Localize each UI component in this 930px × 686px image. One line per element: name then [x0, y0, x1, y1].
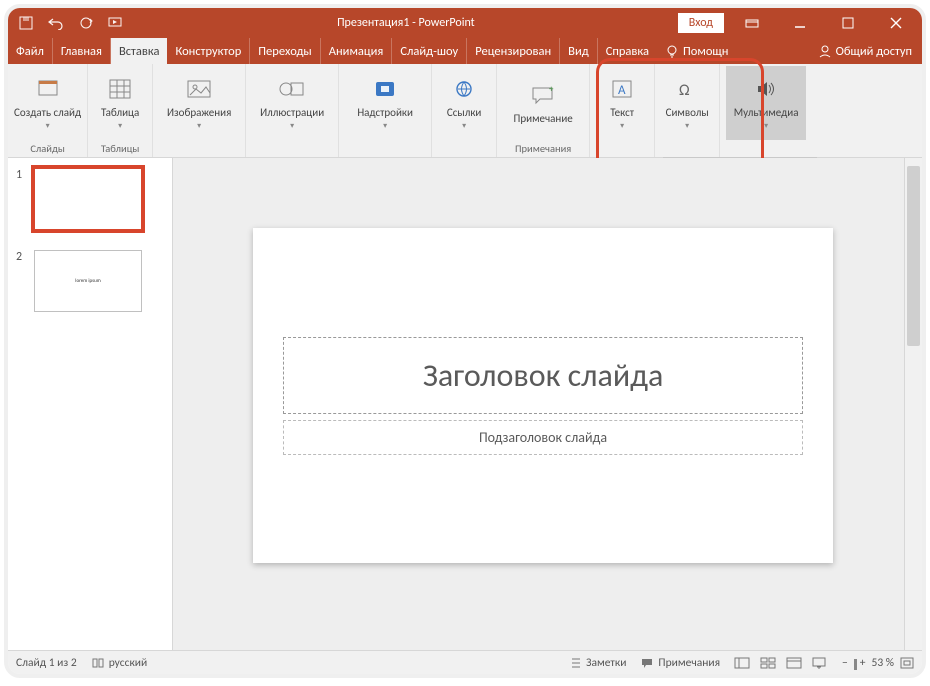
addins-icon [371, 75, 399, 103]
share-button[interactable]: Общий доступ [808, 38, 922, 64]
omega-icon: Ω [673, 75, 701, 103]
undo-icon[interactable] [48, 15, 64, 31]
symbols-button[interactable]: Ω Символы [661, 66, 713, 140]
person-icon [818, 44, 832, 58]
close-icon[interactable] [876, 8, 916, 38]
tab-design[interactable]: Конструктор [167, 38, 250, 64]
save-icon[interactable] [18, 15, 34, 31]
illustrations-button[interactable]: Иллюстрации [252, 66, 332, 140]
tell-me-label: Помощн [683, 44, 728, 59]
svg-text:A: A [618, 83, 626, 98]
ribbon: Создать слайд Слайды Таблица Таблицы [8, 64, 922, 158]
status-bar: Слайд 1 из 2 русский Заметки Примечания … [8, 650, 922, 674]
group-comments: Примечания [515, 140, 571, 155]
slide-counter[interactable]: Слайд 1 из 2 [16, 656, 77, 670]
zoom-in-icon[interactable]: + [860, 656, 866, 670]
tab-insert[interactable]: Вставка [111, 38, 168, 64]
slide-editor[interactable]: Заголовок слайда Подзаголовок слайда [173, 158, 904, 650]
table-icon [106, 75, 134, 103]
normal-view-icon[interactable] [734, 657, 750, 669]
zoom-out-icon[interactable]: − [842, 656, 848, 670]
comment-button[interactable]: + Примечание [503, 66, 583, 140]
minimize-icon[interactable] [780, 8, 820, 38]
vertical-scrollbar[interactable] [904, 158, 922, 650]
tab-view[interactable]: Вид [560, 38, 598, 64]
new-slide-button[interactable]: Создать слайд [14, 66, 81, 140]
redo-icon[interactable] [78, 15, 94, 31]
thumbnail-2[interactable]: 2 lorem ipsum [16, 250, 164, 312]
share-label: Общий доступ [836, 44, 912, 59]
title-bar: Презентация1 - PowerPoint Вход [8, 8, 922, 38]
fit-to-window-icon[interactable] [900, 657, 914, 669]
slide-canvas: Заголовок слайда Подзаголовок слайда [253, 228, 833, 563]
tab-home[interactable]: Главная [53, 38, 111, 64]
notes-icon [570, 657, 582, 669]
group-slides: Слайды [30, 140, 65, 155]
tell-me[interactable]: Помощн [657, 38, 736, 64]
slide-thumbnails: 1 2 lorem ipsum [8, 158, 173, 650]
text-button[interactable]: A Текст [596, 66, 648, 140]
title-placeholder[interactable]: Заголовок слайда [283, 337, 803, 414]
links-button[interactable]: Ссылки [438, 66, 490, 140]
new-slide-icon [34, 75, 62, 103]
slideshow-view-icon[interactable] [812, 657, 828, 669]
textbox-icon: A [608, 75, 636, 103]
svg-text:Ω: Ω [679, 81, 690, 100]
addins-button[interactable]: Надстройки [345, 66, 425, 140]
tab-slideshow[interactable]: Слайд-шоу [392, 38, 467, 64]
thumbnail-1[interactable]: 1 [16, 168, 164, 230]
notes-button[interactable]: Заметки [570, 656, 626, 670]
tab-file[interactable]: Файл [8, 38, 53, 64]
scrollbar-thumb[interactable] [907, 166, 920, 346]
group-tables: Таблицы [101, 140, 140, 155]
tab-transitions[interactable]: Переходы [250, 38, 320, 64]
comments-button[interactable]: Примечания [640, 656, 720, 670]
comment-icon: + [529, 81, 557, 109]
speaker-icon [752, 75, 780, 103]
lightbulb-icon [665, 44, 679, 58]
shapes-icon [278, 75, 306, 103]
sorter-view-icon[interactable] [760, 657, 776, 669]
multimedia-button[interactable]: Мультимедиа [726, 66, 806, 140]
book-icon [91, 657, 105, 669]
ribbon-tabs: Файл Главная Вставка Конструктор Переход… [8, 38, 922, 64]
window-title: Презентация1 - PowerPoint [134, 16, 678, 30]
tab-animations[interactable]: Анимация [321, 38, 393, 64]
comment-bubble-icon [640, 657, 654, 669]
zoom-level[interactable]: 53 % [872, 656, 894, 670]
language-button[interactable]: русский [91, 656, 148, 670]
start-slideshow-icon[interactable] [108, 15, 124, 31]
images-button[interactable]: Изображения [159, 66, 239, 140]
reading-view-icon[interactable] [786, 657, 802, 669]
maximize-icon[interactable] [828, 8, 868, 38]
ribbon-display-icon[interactable] [732, 8, 772, 38]
table-button[interactable]: Таблица [94, 66, 146, 140]
tab-review[interactable]: Рецензирован [467, 38, 560, 64]
picture-icon [185, 75, 213, 103]
tab-help[interactable]: Справка [598, 38, 657, 64]
subtitle-placeholder[interactable]: Подзаголовок слайда [283, 420, 803, 455]
login-button[interactable]: Вход [678, 13, 724, 33]
svg-text:+: + [549, 84, 554, 95]
link-icon [450, 75, 478, 103]
